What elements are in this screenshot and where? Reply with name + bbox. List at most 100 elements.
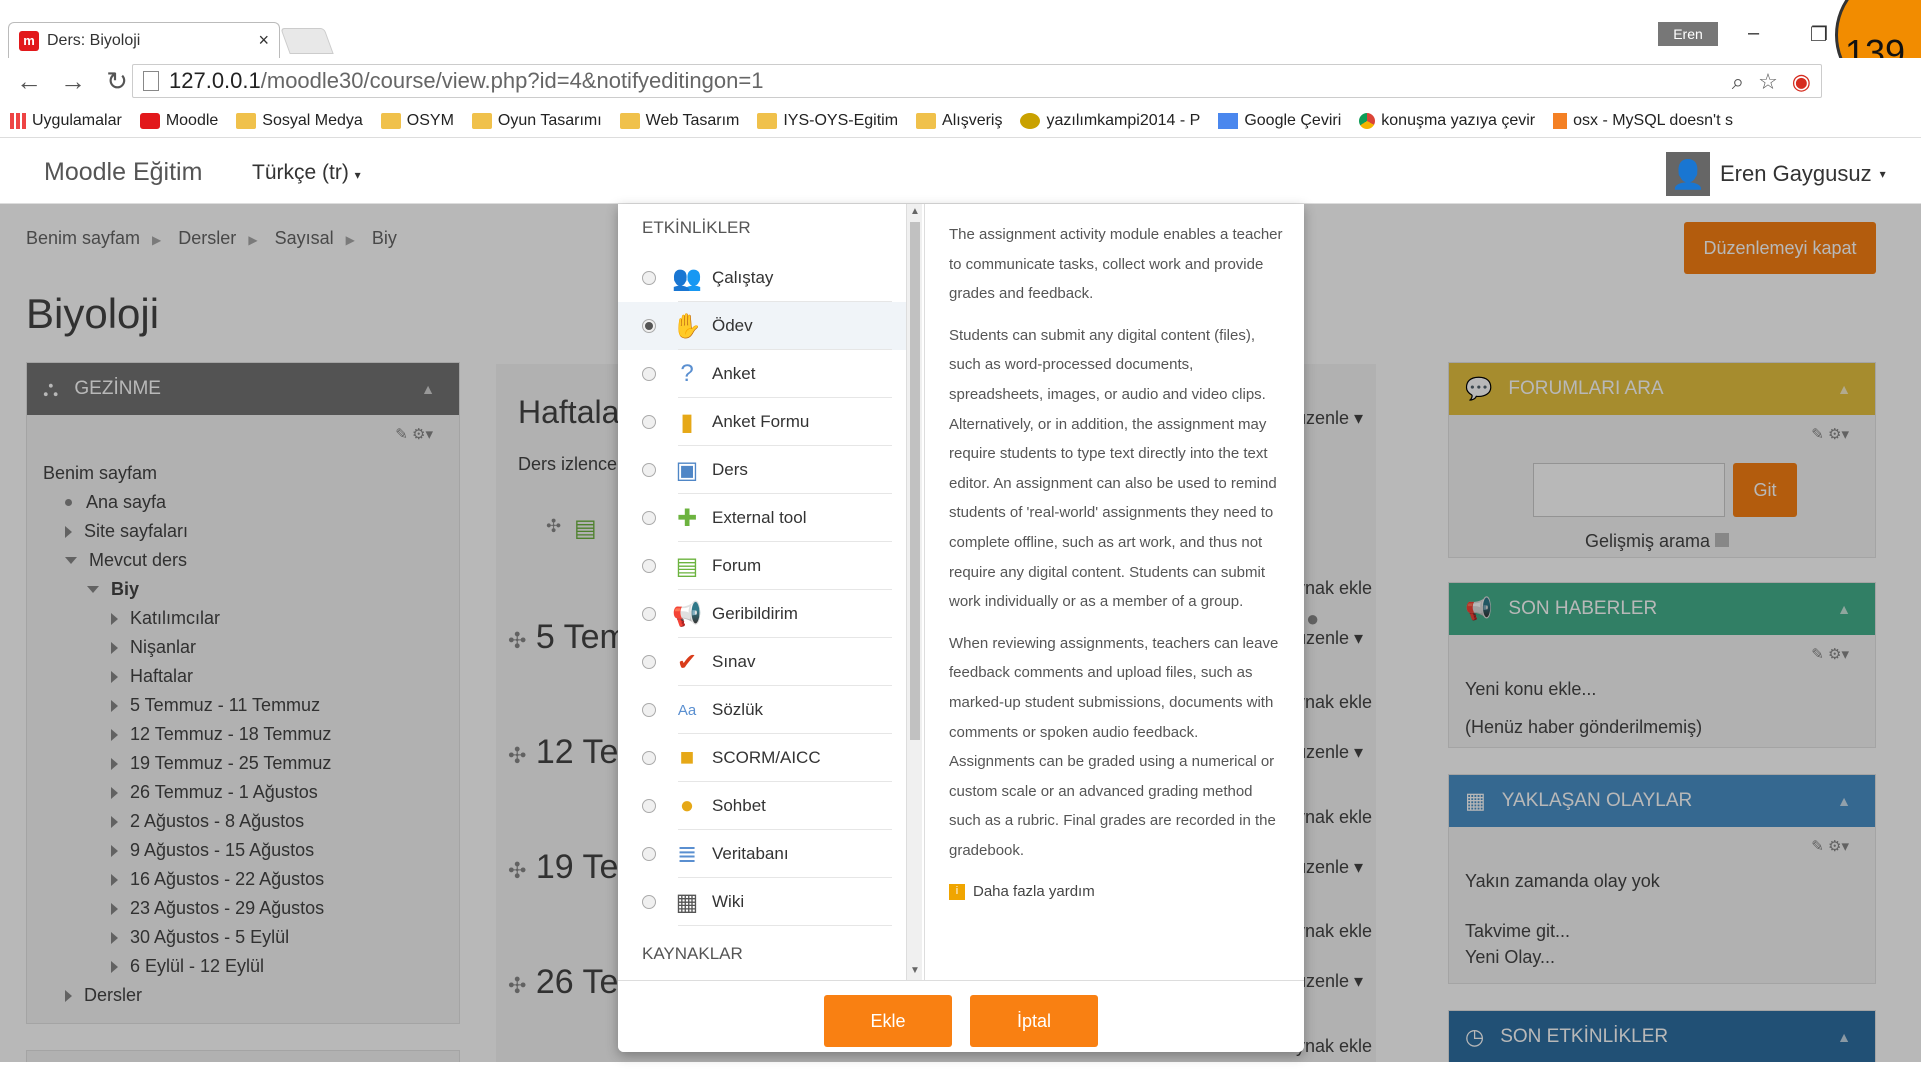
bookmark-item[interactable]: OSYM xyxy=(380,112,454,130)
more-help-link[interactable]: i Daha fazla yardım xyxy=(949,877,1284,907)
activity-option[interactable]: ✋ Ödev xyxy=(618,302,912,350)
radio-button[interactable] xyxy=(642,655,656,669)
folder-icon xyxy=(236,112,257,129)
forward-icon[interactable]: → xyxy=(58,66,88,97)
browser-tab[interactable]: m Ders: Biyoloji × xyxy=(8,22,280,58)
resources-heading: KAYNAKLAR xyxy=(642,944,743,963)
star-icon[interactable]: ☆ xyxy=(1758,69,1778,95)
activity-label: External tool xyxy=(712,508,807,527)
activity-label: Wiki xyxy=(712,892,745,911)
user-name: Eren Gaygusuz xyxy=(1720,161,1872,186)
activity-option[interactable]: ■ SCORM/AICC xyxy=(618,734,912,782)
activities-heading: ETKİNLİKLER xyxy=(642,218,751,237)
folder-icon xyxy=(471,112,492,129)
assignment-icon: ✋ xyxy=(672,312,702,340)
tab-close-icon[interactable]: × xyxy=(258,30,269,51)
folder-icon xyxy=(916,112,937,129)
browser-profile-badge[interactable]: Eren xyxy=(1658,22,1718,46)
activity-option[interactable]: Aa Sözlük xyxy=(618,686,912,734)
bookmark-item[interactable]: Oyun Tasarımı xyxy=(471,112,602,130)
radio-button[interactable] xyxy=(642,703,656,717)
reload-icon[interactable]: ↻ xyxy=(102,66,132,97)
activity-label: Sohbet xyxy=(712,796,766,815)
scrollbar-thumb[interactable] xyxy=(910,222,920,740)
activity-option[interactable]: 👥 Çalıştay xyxy=(618,254,912,302)
activity-label: SCORM/AICC xyxy=(712,748,821,767)
user-menu[interactable]: 👤 Eren Gaygusuz ▾ xyxy=(1666,152,1886,196)
site-navbar: Moodle Eğitim Türkçe (tr) ▾ 👤 Eren Gaygu… xyxy=(0,138,1921,204)
package-icon: ■ xyxy=(679,744,695,771)
add-button[interactable]: Ekle xyxy=(824,995,952,1047)
cancel-button[interactable]: İptal xyxy=(970,995,1098,1047)
scroll-up-icon[interactable]: ▲ xyxy=(910,206,920,217)
activity-option[interactable]: 📢 Geribildirim xyxy=(618,590,912,638)
radio-button[interactable] xyxy=(642,847,656,861)
bookmark-item[interactable]: Uygulamalar xyxy=(10,112,122,130)
activity-label: Veritabanı xyxy=(712,844,789,863)
activity-option[interactable]: ? Anket xyxy=(618,350,912,398)
activity-option[interactable]: ▦ Wiki xyxy=(618,878,912,926)
bar-chart-icon: ▮ xyxy=(680,408,694,436)
language-menu[interactable]: Türkçe (tr) ▾ xyxy=(252,161,361,185)
zoom-icon[interactable]: ⌕ xyxy=(1732,69,1744,95)
badge-icon xyxy=(1020,112,1041,129)
new-tab-button[interactable] xyxy=(280,28,334,54)
bookmark-item[interactable]: osx - MySQL doesn't s xyxy=(1553,112,1733,130)
activity-option[interactable]: ≣ Veritabanı xyxy=(618,830,912,878)
page-icon xyxy=(143,71,159,91)
url-bar[interactable]: 127.0.0.1/moodle30/course/view.php?id=4&… xyxy=(132,64,1822,98)
activity-option[interactable]: ▣ Ders xyxy=(618,446,912,494)
scroll-down-icon[interactable]: ▼ xyxy=(910,965,920,976)
bookmark-item[interactable]: Sosyal Medya xyxy=(236,112,363,130)
bookmarks-bar: Uygulamalar Moodle Sosyal Medya OSYM Oyu… xyxy=(0,104,1921,138)
bookmark-item[interactable]: konuşma yazıya çevir xyxy=(1359,112,1535,130)
activity-option[interactable]: ✚ External tool xyxy=(618,494,912,542)
avatar: 👤 xyxy=(1666,152,1710,196)
module-help-panel: The assignment activity module enables a… xyxy=(924,204,1304,980)
activity-label: Forum xyxy=(712,556,762,575)
radio-button[interactable] xyxy=(642,415,656,429)
moodle-favicon-icon: m xyxy=(19,30,39,51)
radio-button[interactable] xyxy=(642,271,656,285)
chat-icon: ● xyxy=(679,792,695,819)
radio-button[interactable] xyxy=(642,367,656,381)
restore-icon[interactable]: ❐ xyxy=(1810,22,1828,47)
site-brand[interactable]: Moodle Eğitim xyxy=(44,158,202,187)
radio-button[interactable] xyxy=(642,463,656,477)
radio-button[interactable] xyxy=(642,895,656,909)
module-list-scrollbar[interactable]: ▲ ▼ xyxy=(906,204,922,980)
activity-option[interactable]: ● Sohbet xyxy=(618,782,912,830)
activity-option[interactable]: ▤ Forum xyxy=(618,542,912,590)
stackoverflow-icon xyxy=(1553,112,1568,129)
activity-label: Ödev xyxy=(712,316,753,335)
radio-button[interactable] xyxy=(642,511,656,525)
bookmark-item[interactable]: Web Tasarım xyxy=(619,112,739,130)
opera-icon[interactable]: ◉ xyxy=(1792,69,1811,95)
browser-tab-strip: m Ders: Biyoloji × Eren – ❐ 139 xyxy=(0,0,1921,100)
address-toolbar: ← → ↻ 127.0.0.1/moodle30/course/view.php… xyxy=(0,58,1921,104)
megaphone-icon: 📢 xyxy=(672,600,702,628)
bookmark-item[interactable]: Moodle xyxy=(139,112,218,130)
radio-button[interactable] xyxy=(642,799,656,813)
help-paragraph: Students can submit any digital content … xyxy=(949,326,1277,611)
bookmark-item[interactable]: yazılımkampi2014 - P xyxy=(1020,112,1200,130)
bookmark-item[interactable]: Alışveriş xyxy=(916,112,1002,130)
workshop-icon: 👥 xyxy=(672,264,702,292)
minimize-icon[interactable]: – xyxy=(1748,22,1759,45)
activity-option[interactable]: ✔ Sınav xyxy=(618,638,912,686)
help-paragraph: The assignment activity module enables a… xyxy=(949,226,1283,303)
database-icon: ≣ xyxy=(676,840,698,868)
radio-button[interactable] xyxy=(642,559,656,573)
glossary-icon: Aa xyxy=(677,701,697,719)
radio-button[interactable] xyxy=(642,751,656,765)
bookmark-item[interactable]: Google Çeviri xyxy=(1218,112,1341,130)
radio-button[interactable] xyxy=(642,319,656,333)
lesson-icon: ▣ xyxy=(675,456,699,484)
back-icon[interactable]: ← xyxy=(14,66,44,97)
moodle-icon xyxy=(139,112,160,129)
activity-option[interactable]: ▮ Anket Formu xyxy=(618,398,912,446)
bookmark-item[interactable]: IYS-OYS-Egitim xyxy=(757,112,898,130)
wiki-icon: ▦ xyxy=(675,888,699,916)
radio-button[interactable] xyxy=(642,607,656,621)
activity-label: Geribildirim xyxy=(712,604,798,623)
